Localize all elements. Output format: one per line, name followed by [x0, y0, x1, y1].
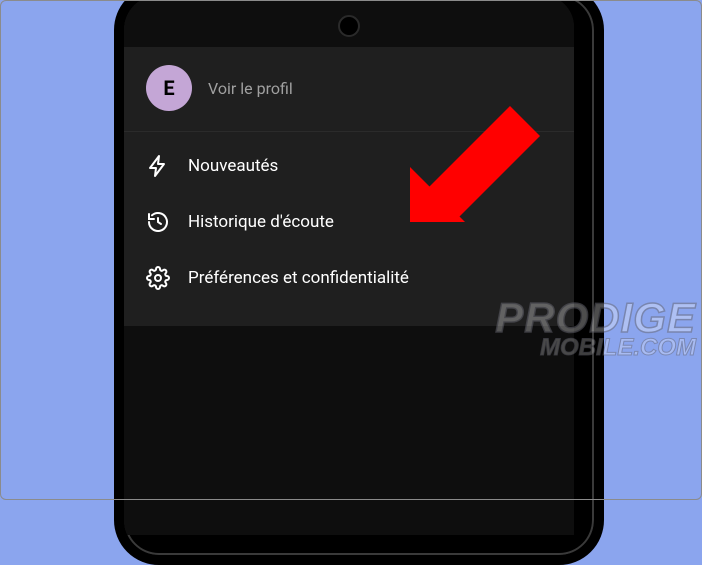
watermark-line1: PRODIGE [495, 300, 696, 336]
gear-icon [146, 266, 170, 290]
watermark: PRODIGE MOBILE.COM [495, 300, 696, 358]
drawer-panel: E Voir le profil Nouveautés Historique d… [124, 47, 574, 326]
avatar: E [146, 65, 192, 111]
profile-section[interactable]: E Voir le profil [124, 47, 574, 131]
divider [124, 131, 574, 132]
menu-item-label: Historique d'écoute [188, 212, 334, 232]
menu-item-history[interactable]: Historique d'écoute [124, 194, 574, 250]
phone-screen: 10:45 4G+ [124, 0, 574, 535]
view-profile-label: Voir le profil [208, 79, 293, 98]
menu-item-label: Préférences et confidentialité [188, 268, 409, 288]
front-camera [338, 15, 360, 37]
history-icon [146, 210, 170, 234]
menu-item-label: Nouveautés [188, 156, 278, 176]
menu-item-news[interactable]: Nouveautés [124, 138, 574, 194]
phone-frame: 10:45 4G+ [114, 0, 604, 565]
lightning-icon [146, 154, 170, 178]
